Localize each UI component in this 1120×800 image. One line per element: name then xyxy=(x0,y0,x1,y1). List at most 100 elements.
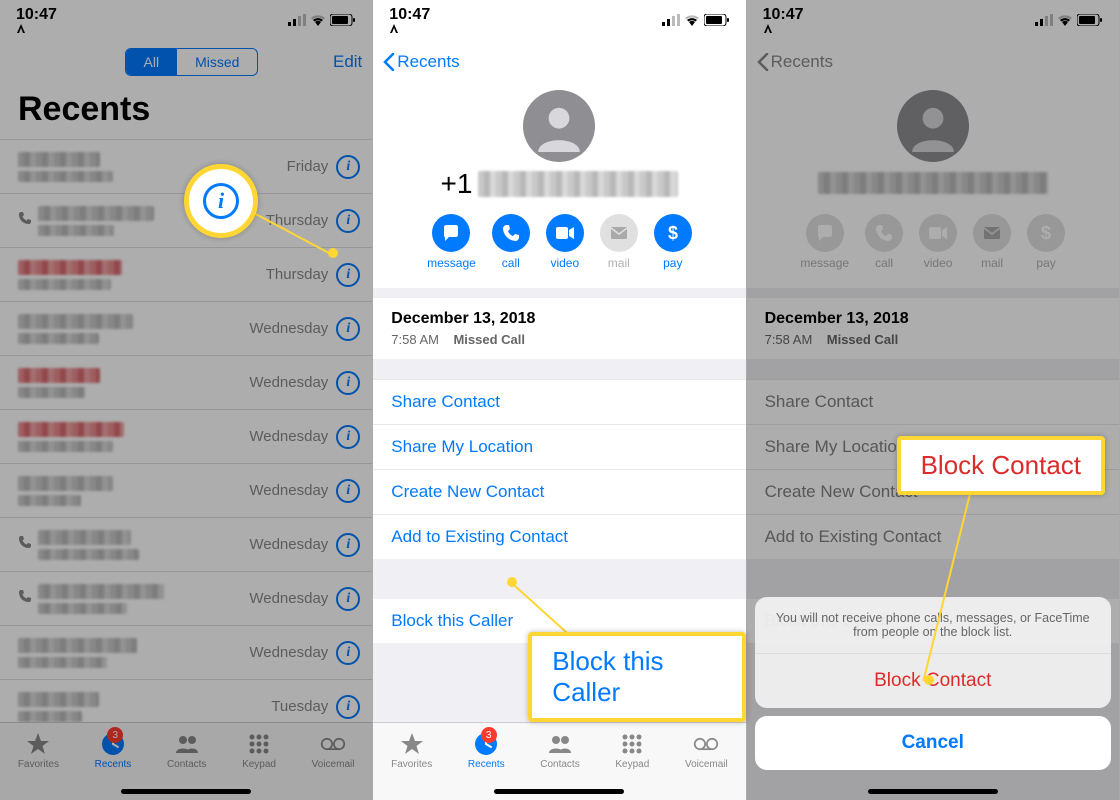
info-button[interactable]: i xyxy=(336,425,360,449)
tab-label: Contacts xyxy=(167,759,206,770)
back-button[interactable]: Recents xyxy=(383,52,459,72)
call-date: December 13, 2018 xyxy=(765,310,1101,328)
recent-row[interactable]: Fridayi xyxy=(0,139,372,193)
status-bar: 10:47 xyxy=(373,0,745,40)
info-button[interactable]: i xyxy=(336,533,360,557)
tab-keypad[interactable]: Keypad xyxy=(242,731,276,770)
create-contact-button[interactable]: Create New Contact xyxy=(373,469,745,514)
contact-sub-blur xyxy=(18,495,81,506)
tab-voicemail[interactable]: Voicemail xyxy=(685,731,728,770)
favorites-icon xyxy=(399,731,425,757)
action-label: call xyxy=(502,256,520,270)
segment-missed[interactable]: Missed xyxy=(177,49,257,75)
tab-recents[interactable]: Recents3 xyxy=(95,731,132,770)
tab-keypad[interactable]: Keypad xyxy=(615,731,649,770)
action-pay[interactable]: $pay xyxy=(654,214,692,270)
call-day: Wednesday xyxy=(249,374,328,391)
call-day: Wednesday xyxy=(249,428,328,445)
wifi-icon xyxy=(310,14,326,26)
call-day: Wednesday xyxy=(249,536,328,553)
tab-favorites[interactable]: Favorites xyxy=(391,731,432,770)
info-button[interactable]: i xyxy=(336,263,360,287)
avatar xyxy=(523,90,595,162)
add-contact-button[interactable]: Add to Existing Contact xyxy=(373,514,745,559)
callout-info-icon: i xyxy=(184,164,258,238)
segment-all[interactable]: All xyxy=(126,49,178,75)
mail-icon xyxy=(973,214,1011,252)
tab-contacts[interactable]: Contacts xyxy=(540,731,579,770)
action-message[interactable]: message xyxy=(427,214,476,270)
contact-number: +1 xyxy=(440,168,678,200)
recent-row[interactable]: Wednesday i xyxy=(0,517,372,571)
tab-label: Voicemail xyxy=(312,759,355,770)
page-title: Recents xyxy=(0,84,372,139)
tab-favorites[interactable]: Favorites xyxy=(18,731,59,770)
recent-row[interactable]: Wednesday i xyxy=(0,355,372,409)
recent-row[interactable]: Wednesdayi xyxy=(0,571,372,625)
tab-label: Recents xyxy=(468,759,505,770)
screen-block-sheet: 10:47 Recents messagecallvideomail$pay D… xyxy=(747,0,1120,800)
share-contact-button: Share Contact xyxy=(747,379,1119,424)
call-record: December 13, 2018 7:58 AM Missed Call xyxy=(373,298,745,359)
tab-voicemail[interactable]: Voicemail xyxy=(312,731,355,770)
call-icon xyxy=(492,214,530,252)
recent-row[interactable]: Thursday i xyxy=(0,247,372,301)
info-button[interactable]: i xyxy=(336,641,360,665)
home-indicator xyxy=(868,789,998,794)
recent-row[interactable]: Wednesday i xyxy=(0,409,372,463)
tab-label: Favorites xyxy=(391,759,432,770)
action-pay: $ pay xyxy=(1027,214,1065,270)
recent-row[interactable]: Wednesday i xyxy=(0,625,372,679)
action-video[interactable]: video xyxy=(546,214,584,270)
info-button[interactable]: i xyxy=(336,209,360,233)
tab-contacts[interactable]: Contacts xyxy=(167,731,206,770)
nav-bar: All Missed Edit xyxy=(0,40,372,84)
action-mail: mail xyxy=(973,214,1011,270)
recent-row[interactable]: Tuesday i xyxy=(0,679,372,722)
phone-icon xyxy=(18,211,32,230)
edit-button[interactable]: Edit xyxy=(333,52,362,72)
info-button[interactable]: i xyxy=(336,587,360,611)
share-contact-button[interactable]: Share Contact xyxy=(373,379,745,424)
nav-bar: Recents xyxy=(373,40,745,84)
detail-sections: December 13, 2018 7:58 AM Missed Call xyxy=(373,288,745,369)
action-call[interactable]: call xyxy=(492,214,530,270)
call-day: Wednesday xyxy=(249,644,328,661)
action-label: pay xyxy=(1036,256,1055,270)
tab-recents[interactable]: Recents3 xyxy=(468,731,505,770)
signal-icon xyxy=(288,14,306,26)
segment-control[interactable]: All Missed xyxy=(125,48,259,76)
message-icon xyxy=(432,214,470,252)
info-button[interactable]: i xyxy=(336,695,360,719)
action-call: call xyxy=(865,214,903,270)
sheet-cancel-button[interactable]: Cancel xyxy=(755,716,1111,770)
info-button[interactable]: i xyxy=(336,317,360,341)
battery-icon xyxy=(330,14,356,26)
call-day: Tuesday xyxy=(271,698,328,715)
info-button[interactable]: i xyxy=(336,371,360,395)
share-location-button[interactable]: Share My Location xyxy=(373,424,745,469)
recent-row[interactable]: Wednesday i xyxy=(0,463,372,517)
call-day: Thursday xyxy=(266,266,329,283)
pay-icon: $ xyxy=(1027,214,1065,252)
action-message: message xyxy=(800,214,849,270)
phone-icon xyxy=(18,589,32,608)
contact-name-blur xyxy=(18,260,122,275)
recent-row[interactable]: Wednesdayi xyxy=(0,301,372,355)
call-day: Wednesday xyxy=(249,482,328,499)
action-label: video xyxy=(924,256,953,270)
contact-sub-blur xyxy=(18,657,107,668)
contacts-icon xyxy=(174,731,200,757)
contact-name-blur xyxy=(18,692,99,707)
info-button[interactable]: i xyxy=(336,155,360,179)
wifi-icon xyxy=(1057,14,1073,26)
tab-label: Keypad xyxy=(242,759,276,770)
contact-header: +1 messagecallvideomail$pay xyxy=(373,84,745,288)
recents-list: FridayiThursdayiThursdayiWednesdayiWedne… xyxy=(0,139,372,722)
contact-name-blur xyxy=(18,314,133,329)
home-indicator xyxy=(121,789,251,794)
contact-name-blur xyxy=(18,422,124,437)
info-button[interactable]: i xyxy=(336,479,360,503)
home-indicator xyxy=(494,789,624,794)
status-bar: 10:47 xyxy=(747,0,1119,40)
